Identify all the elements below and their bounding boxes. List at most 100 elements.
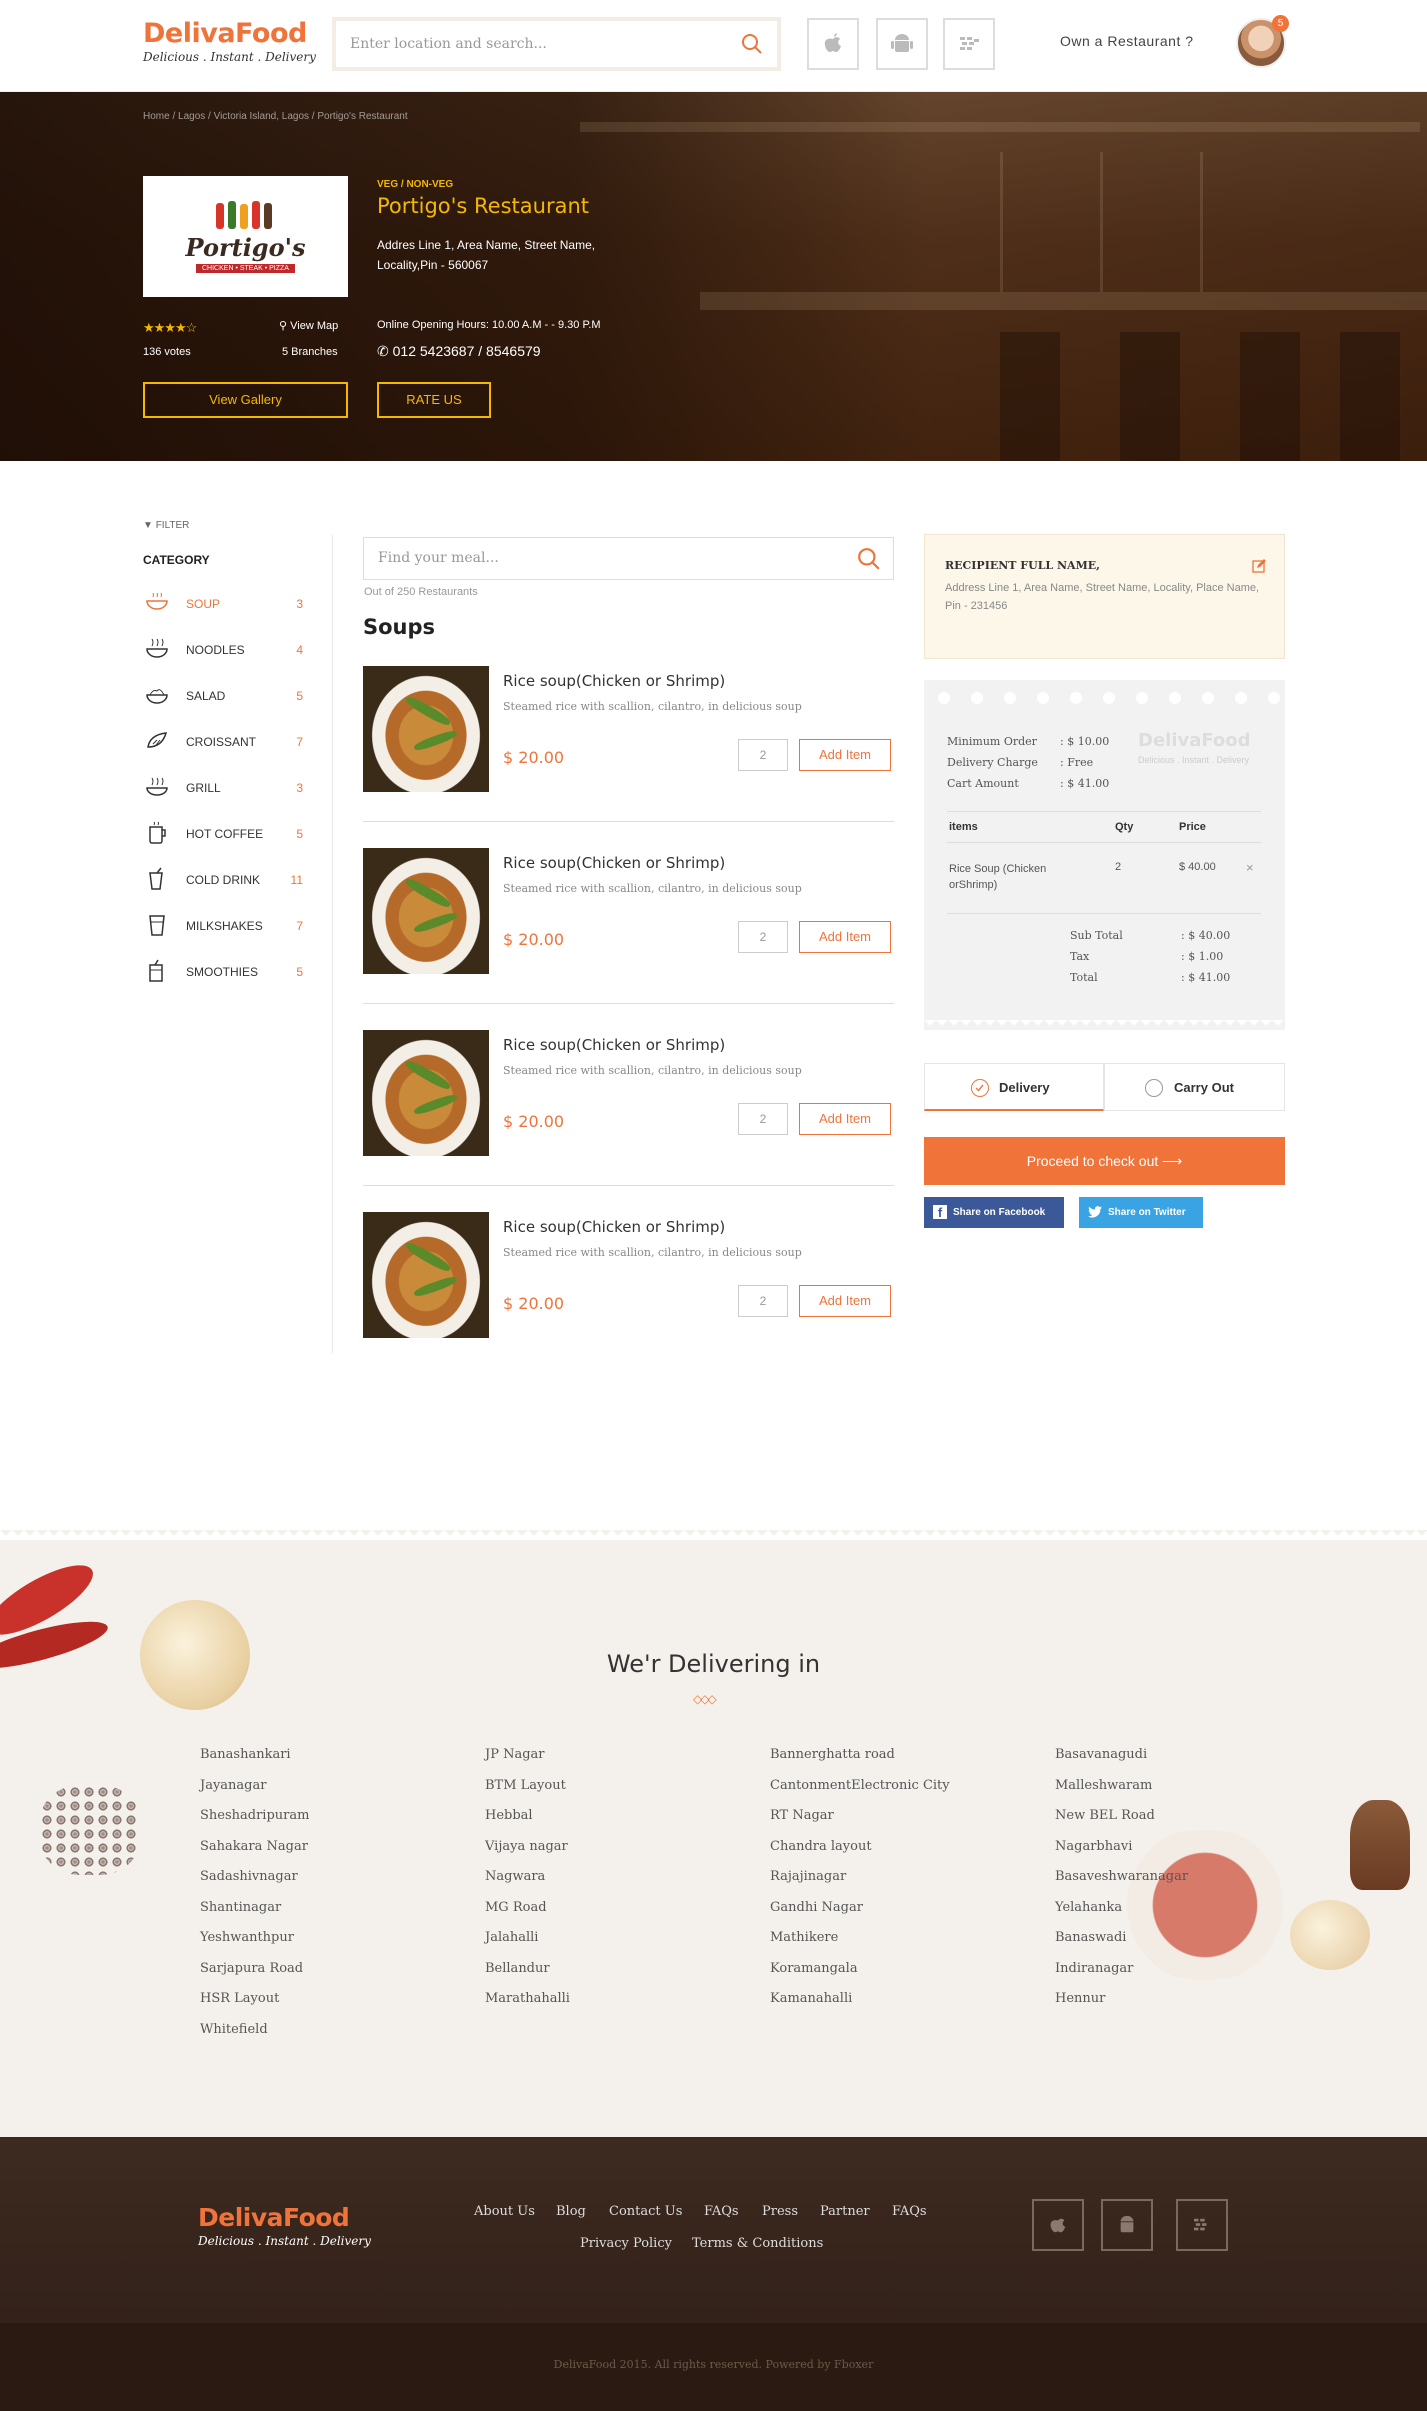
location-link[interactable]: Koramangala xyxy=(770,1954,950,1985)
category-soup[interactable]: SOUP 3 xyxy=(143,589,303,619)
dish-description: Steamed rice with scallion, cilantro, in… xyxy=(503,1246,802,1259)
footer-logo[interactable]: DelivaFood Delicious . Instant . Deliver… xyxy=(198,2202,371,2248)
location-link[interactable]: Yelahanka xyxy=(1055,1893,1188,1924)
checkout-button[interactable]: Proceed to check out ⟶ xyxy=(924,1137,1285,1185)
footer-tagline: Delicious . Instant . Delivery xyxy=(198,2234,371,2248)
cart-amount-label: Cart Amount xyxy=(947,777,1019,790)
footer-apple-button[interactable] xyxy=(1032,2199,1084,2251)
location-link[interactable]: Basaveshwaranagar xyxy=(1055,1862,1188,1893)
own-restaurant-link[interactable]: Own a Restaurant ? xyxy=(1060,33,1194,49)
location-link[interactable]: Banashankari xyxy=(200,1740,309,1771)
search-icon[interactable] xyxy=(741,33,763,55)
brand-logo[interactable]: DelivaFood Delicious . Instant . Deliver… xyxy=(143,18,316,64)
location-link[interactable]: Chandra layout xyxy=(770,1832,950,1863)
location-link[interactable]: Basavanagudi xyxy=(1055,1740,1188,1771)
location-link[interactable]: CantonmentElectronic City xyxy=(770,1771,950,1802)
add-item-button[interactable]: Add Item xyxy=(799,921,891,953)
location-link[interactable]: Gandhi Nagar xyxy=(770,1893,950,1924)
location-link[interactable]: Bannerghatta road xyxy=(770,1740,950,1771)
add-item-button[interactable]: Add Item xyxy=(799,1285,891,1317)
breadcrumb[interactable]: Home / Lagos / Victoria Island, Lagos / … xyxy=(143,111,408,122)
location-link[interactable]: HSR Layout xyxy=(200,1984,309,2015)
location-link[interactable]: JP Nagar xyxy=(485,1740,570,1771)
location-search-input[interactable]: Enter location and search... xyxy=(332,17,781,71)
footer-link-contact[interactable]: Contact Us xyxy=(609,2204,682,2219)
quantity-input[interactable]: 2 xyxy=(738,739,788,771)
location-link[interactable]: Sarjapura Road xyxy=(200,1954,309,1985)
category-noodles[interactable]: NOODLES 4 xyxy=(143,635,303,665)
footer-link-press[interactable]: Press xyxy=(762,2204,798,2219)
search-icon[interactable] xyxy=(857,547,881,571)
footer-link-faqs[interactable]: FAQs xyxy=(704,2204,739,2219)
recipient-name: RECIPIENT FULL NAME, xyxy=(945,559,1100,572)
dish-title: Rice soup(Chicken or Shrimp) xyxy=(503,854,726,872)
view-map-link[interactable]: ⚲ View Map xyxy=(279,319,338,332)
location-link[interactable]: Jalahalli xyxy=(485,1923,570,1954)
location-link[interactable]: Sadashivnagar xyxy=(200,1862,309,1893)
location-link[interactable]: Jayanagar xyxy=(200,1771,309,1802)
location-link[interactable]: Kamanahalli xyxy=(770,1984,950,2015)
location-link[interactable]: Rajajinagar xyxy=(770,1862,950,1893)
location-link[interactable]: Whitefield xyxy=(200,2015,309,2046)
remove-item-button[interactable]: × xyxy=(1246,860,1254,875)
category-salad[interactable]: SALAD 5 xyxy=(143,681,303,711)
category-croissant[interactable]: CROISSANT 7 xyxy=(143,727,303,757)
footer-link-blog[interactable]: Blog xyxy=(556,2204,586,2219)
locations-column-2: JP Nagar BTM Layout Hebbal Vijaya nagar … xyxy=(485,1740,570,2015)
edit-icon[interactable] xyxy=(1252,559,1266,573)
footer-link-privacy[interactable]: Privacy Policy xyxy=(580,2236,672,2251)
view-gallery-button[interactable]: View Gallery xyxy=(143,382,348,418)
delivery-option[interactable]: Delivery xyxy=(924,1063,1104,1111)
location-link[interactable]: Bellandur xyxy=(485,1954,570,1985)
add-item-button[interactable]: Add Item xyxy=(799,1103,891,1135)
quantity-input[interactable]: 2 xyxy=(738,1103,788,1135)
share-twitter-button[interactable]: Share on Twitter xyxy=(1079,1197,1203,1228)
location-link[interactable]: Banaswadi xyxy=(1055,1923,1188,1954)
android-store-button[interactable] xyxy=(876,18,928,70)
location-link[interactable]: Sahakara Nagar xyxy=(200,1832,309,1863)
location-link[interactable]: BTM Layout xyxy=(485,1771,570,1802)
footer-link-about[interactable]: About Us xyxy=(474,2204,535,2219)
category-hot-coffee[interactable]: HOT COFFEE 5 xyxy=(143,819,303,849)
footer-link-terms[interactable]: Terms & Conditions xyxy=(692,2236,823,2251)
footer-link-faqs-2[interactable]: FAQs xyxy=(892,2204,927,2219)
cart-amount-value: : $ 41.00 xyxy=(1060,777,1110,790)
location-link[interactable]: Indiranagar xyxy=(1055,1954,1188,1985)
footer-android-button[interactable] xyxy=(1101,2199,1153,2251)
category-smoothies[interactable]: SMOOTHIES 5 xyxy=(143,957,303,987)
location-link[interactable]: Marathahalli xyxy=(485,1984,570,2015)
carryout-option[interactable]: Carry Out xyxy=(1104,1063,1285,1111)
category-cold-drink[interactable]: COLD DRINK 11 xyxy=(143,865,303,895)
location-link[interactable]: New BEL Road xyxy=(1055,1801,1188,1832)
category-grill[interactable]: GRILL 3 xyxy=(143,773,303,803)
location-link[interactable]: Vijaya nagar xyxy=(485,1832,570,1863)
veg-tag: VEG / NON-VEG xyxy=(377,179,454,190)
share-facebook-button[interactable]: f Share on Facebook xyxy=(924,1197,1064,1228)
meal-search-input[interactable]: Find your meal... xyxy=(363,537,894,580)
footer-blackberry-button[interactable] xyxy=(1176,2199,1228,2251)
quantity-input[interactable]: 2 xyxy=(738,921,788,953)
category-milkshakes[interactable]: MILKSHAKES 7 xyxy=(143,911,303,941)
meal-search-placeholder: Find your meal... xyxy=(378,550,499,566)
location-link[interactable]: RT Nagar xyxy=(770,1801,950,1832)
location-link[interactable]: Yeshwanthpur xyxy=(200,1923,309,1954)
rate-us-button[interactable]: RATE US xyxy=(377,382,491,418)
location-link[interactable]: Malleshwaram xyxy=(1055,1771,1188,1802)
location-link[interactable]: Mathikere xyxy=(770,1923,950,1954)
location-link[interactable]: Hebbal xyxy=(485,1801,570,1832)
location-link[interactable]: Shantinagar xyxy=(200,1893,309,1924)
location-link[interactable]: Nagwara xyxy=(485,1862,570,1893)
brand-name: DelivaFood xyxy=(143,18,307,49)
quantity-input[interactable]: 2 xyxy=(738,1285,788,1317)
footer-link-partner[interactable]: Partner xyxy=(820,2204,870,2219)
menu-item: Rice soup(Chicken or Shrimp) Steamed ric… xyxy=(363,666,894,848)
location-link[interactable]: Hennur xyxy=(1055,1984,1188,2015)
apple-store-button[interactable] xyxy=(807,18,859,70)
location-link[interactable]: Sheshadripuram xyxy=(200,1801,309,1832)
filter-toggle[interactable]: ▼ FILTER xyxy=(143,520,189,531)
add-item-button[interactable]: Add Item xyxy=(799,739,891,771)
soup-bowl-icon xyxy=(146,592,168,610)
blackberry-store-button[interactable] xyxy=(943,18,995,70)
location-link[interactable]: MG Road xyxy=(485,1893,570,1924)
location-link[interactable]: Nagarbhavi xyxy=(1055,1832,1188,1863)
